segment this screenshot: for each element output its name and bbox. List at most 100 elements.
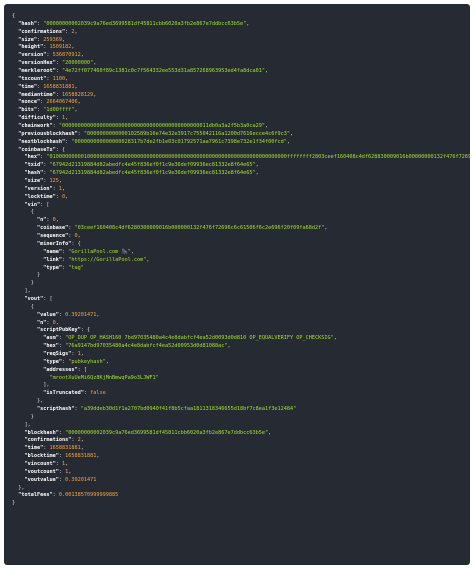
json-punctuation: , xyxy=(105,358,109,365)
json-number-value: false xyxy=(90,390,106,397)
json-string-value: "00000000002039c9a76ed3699581df45811cbb6… xyxy=(65,429,269,436)
json-bracket: ], xyxy=(43,382,50,389)
json-key: "n" xyxy=(37,217,47,224)
json-key: "sequence" xyxy=(37,233,69,240)
json-punctuation: , xyxy=(227,343,231,350)
json-punctuation: , xyxy=(96,453,100,460)
json-key: "hex" xyxy=(43,343,59,350)
json-line: ], xyxy=(12,422,464,430)
json-bracket: } xyxy=(30,280,34,287)
json-line: "size": 259369, xyxy=(18,36,66,43)
json-string-value: "67942d21319884d82abedfc4e45f836ef0f1c9e… xyxy=(49,162,256,169)
json-string-value: "4e72ff077460f89c1381c0c7f564332ee553d31… xyxy=(61,68,265,75)
json-string-value: "20000000" xyxy=(61,60,94,67)
json-line: "sequence": 0, xyxy=(37,233,81,240)
json-line: "reqSigs": 1, xyxy=(43,350,84,357)
json-string-value: "a39ddeb30d1f1a2707bd0940f41f8b5cfaa1811… xyxy=(80,405,297,412)
json-line: ], xyxy=(12,382,464,390)
json-key: "size" xyxy=(24,178,44,185)
json-punctuation: , xyxy=(65,115,69,122)
json-line: "n": 0, xyxy=(37,319,59,326)
json-line: "version": 536870912, xyxy=(18,52,84,59)
json-punctuation: , xyxy=(65,75,69,82)
json-bracket: { xyxy=(12,13,16,19)
json-line: "nonce": 2664067406, xyxy=(18,99,81,106)
json-key: "isTruncated" xyxy=(43,390,84,397)
json-key: "coinbase" xyxy=(37,225,69,232)
json-string-value: "https://GorillaPool.com" xyxy=(68,256,147,263)
json-line: "vincount": 1, xyxy=(24,460,69,467)
json-punctuation: : [ xyxy=(43,295,53,302)
json-line: "blockhash": "00000000002039c9a76ed36995… xyxy=(24,429,272,436)
json-line: "minerInfo": { xyxy=(12,241,464,249)
json-punctuation: , xyxy=(146,256,150,263)
json-key: "link" xyxy=(43,256,62,263)
json-line: "coinbaseTx": { xyxy=(12,147,464,155)
json-line: } xyxy=(12,272,464,280)
json-key: "mediantime" xyxy=(18,91,56,98)
json-punctuation: , xyxy=(96,311,100,318)
json-string-value: "010000000001000000000000000000000000000… xyxy=(46,154,470,161)
json-number-value: 1509182 xyxy=(49,44,72,51)
json-key: "merkleroot" xyxy=(18,68,56,75)
json-punctuation: , xyxy=(333,335,337,342)
json-key: "coinbaseTx" xyxy=(18,146,56,153)
json-line: "n": 0, xyxy=(37,217,59,224)
json-line: ], xyxy=(12,288,464,296)
json-key: "vincount" xyxy=(24,460,56,467)
json-key: "versionHex" xyxy=(18,60,56,67)
json-punctuation: , xyxy=(61,185,66,192)
json-key: "asm" xyxy=(43,335,59,342)
json-key: "type" xyxy=(43,264,62,271)
json-line: "scriptPubKey": { xyxy=(12,327,464,335)
json-line: "height": 1509182, xyxy=(18,44,75,51)
json-line: "addresses": [ xyxy=(12,367,464,375)
json-line: "vin": [ xyxy=(12,202,464,210)
json-viewer-panel: { "hash": "00000000002039c9a76ed3699581d… xyxy=(4,4,470,565)
json-bracket: { xyxy=(30,303,34,310)
json-line: "hex": "01000000000100000000000000000000… xyxy=(12,154,471,162)
json-number-value: 125 xyxy=(49,178,59,185)
json-punctuation: : { xyxy=(71,240,81,247)
json-number-value: 0.39201471 xyxy=(65,311,97,318)
json-punctuation: , xyxy=(255,170,259,177)
json-line: "versionHex": "20000000", xyxy=(18,60,97,67)
json-punctuation: , xyxy=(289,130,294,137)
json-bracket: { xyxy=(30,209,34,216)
json-key: "nextblockhash" xyxy=(18,138,66,145)
json-key: "minerInfo" xyxy=(37,240,72,247)
json-line: "version": 1, xyxy=(24,185,66,192)
json-punctuation: , xyxy=(80,445,84,452)
json-bracket: ], xyxy=(24,421,31,428)
json-key: "confirmations" xyxy=(24,437,72,444)
json-punctuation: , xyxy=(265,68,269,75)
json-punctuation: , xyxy=(286,138,290,145)
json-key: "blocktime" xyxy=(24,453,59,460)
json-punctuation: , xyxy=(80,437,84,444)
json-key: "voutvalue" xyxy=(24,476,59,483)
json-string-value: "000000000000000028317b7de2fb1e03c017925… xyxy=(71,138,287,145)
json-key: "confirmations" xyxy=(18,28,66,35)
json-line: }, xyxy=(12,398,464,406)
json-key: "txid" xyxy=(24,162,44,169)
json-code-block: { "hash": "00000000002039c9a76ed3699581d… xyxy=(4,4,470,508)
json-string-value: "00000000002039c9a76ed3699581df45811cbb6… xyxy=(43,20,247,27)
json-line: "confirmations": 2, xyxy=(18,28,78,35)
json-string-value: "03ceef160408c4df6280300009016b000000132… xyxy=(74,225,325,232)
json-key: "n" xyxy=(37,319,47,326)
json-punctuation: , xyxy=(74,28,78,35)
json-line: "difficulty": 1, xyxy=(18,115,69,122)
json-line: "isTruncated": false xyxy=(43,390,106,397)
json-punctuation: : { xyxy=(55,146,66,153)
json-key: "nonce" xyxy=(18,99,41,106)
json-bracket: } xyxy=(30,413,34,420)
json-string-value: "mrootXuUeMi6Qz8KjMnBmwqPa9o3LJWF1" xyxy=(49,374,159,381)
json-key: "blockhash" xyxy=(24,429,59,436)
json-number-value: 1658831881 xyxy=(65,453,97,460)
json-string-value: "67942d21319884d82abedfc4e45f836ef0f1c9e… xyxy=(49,170,256,177)
json-punctuation: , xyxy=(130,248,135,255)
json-number-value: 0.39201471 xyxy=(65,476,97,483)
json-string-value: "000000000000000000000000000000000000000… xyxy=(58,123,265,130)
json-punctuation: : { xyxy=(80,327,91,334)
json-line: "nextblockhash": "000000000000000028317b… xyxy=(18,138,290,145)
